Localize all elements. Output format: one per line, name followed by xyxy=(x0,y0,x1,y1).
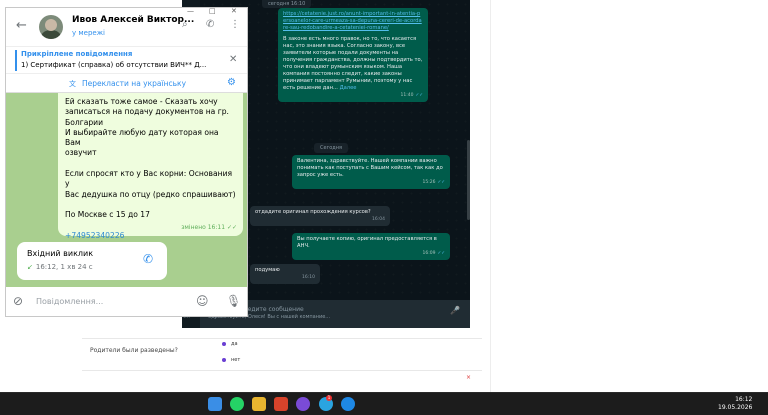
phone-icon[interactable]: ✆ xyxy=(206,19,214,30)
message-line: Болгарии xyxy=(65,117,104,127)
translate-icon: 文 xyxy=(69,80,76,88)
form-question: Родители были разведены? xyxy=(90,347,178,354)
double-check-icon: ✓✓ xyxy=(415,93,423,98)
read-more-link[interactable]: Далее xyxy=(340,85,357,91)
message-meta: 16:09 ✓✓ xyxy=(422,251,445,256)
taskbar: 1 16:12 19.05.2026 xyxy=(0,392,768,415)
settings-sliders-icon[interactable]: ⚙ xyxy=(227,77,236,88)
message-bubble-outgoing[interactable]: https://cetatenie.just.ro/anunt-importan… xyxy=(278,8,428,102)
call-title: Вхідний виклик xyxy=(27,249,94,258)
close-window-icon[interactable]: ✕ xyxy=(231,8,237,15)
message-bubble-incoming[interactable]: подумаю 16:10 xyxy=(250,264,320,284)
message-line: озвучит xyxy=(65,148,97,158)
system-clock[interactable]: 16:12 19.05.2026 xyxy=(718,396,752,412)
brave-browser-icon[interactable] xyxy=(274,397,288,411)
radio-icon xyxy=(222,341,226,346)
more-vertical-icon[interactable]: ⋮ xyxy=(230,19,240,30)
message-line: Вас дедушка по отцу (редко спрашивают) xyxy=(65,189,236,199)
file-explorer-icon[interactable] xyxy=(252,397,266,411)
translate-bar[interactable]: 文 Перекласти на українську ⚙ xyxy=(6,73,247,93)
message-meta: 15:26 ✓✓ xyxy=(422,180,445,185)
date-chip: сегодня 16:10 xyxy=(262,0,312,8)
double-check-icon: ✓✓ xyxy=(437,180,445,185)
phone-icon[interactable]: ✆ xyxy=(143,252,153,266)
message-input[interactable]: Введите сообщение xyxy=(240,306,304,313)
contact-status: у мережі xyxy=(72,29,105,37)
telegram-header: ← Ивов Алексей Виктор... у мережі — □ ✕ … xyxy=(6,8,247,46)
message-line: И выбирайте любую дату которая она Вам xyxy=(65,127,219,148)
pinned-indicator xyxy=(15,50,17,71)
message-text: Валентина, здравствуйте. Нашей компании … xyxy=(297,158,443,178)
microphone-icon[interactable]: 🎙 xyxy=(226,294,241,308)
notification-badge: 1 xyxy=(326,395,332,401)
close-icon[interactable]: × xyxy=(466,374,471,381)
chat-scrollbar[interactable] xyxy=(467,140,470,220)
message-text: отдадите оригинал прохождения курсов? xyxy=(255,209,371,215)
translate-label[interactable]: Перекласти на українську xyxy=(82,79,186,88)
emoji-icon[interactable]: ☺ xyxy=(196,294,209,308)
message-meta: 11:40 ✓✓ xyxy=(400,93,423,98)
message-line: Если спросят кто у Вас корни: Основания … xyxy=(65,169,233,189)
message-text: В законе есть много правок, но то, что к… xyxy=(283,36,423,91)
today-chip: Сегодня xyxy=(314,143,348,153)
double-check-icon: ✓✓ xyxy=(226,223,237,231)
message-bubble-outgoing[interactable]: Валентина, здравствуйте. Нашей компании … xyxy=(292,155,450,189)
message-bubble-outgoing[interactable]: Ей сказать тоже самое - Сказать хочу зап… xyxy=(58,93,243,240)
maximize-icon[interactable]: □ xyxy=(209,8,216,15)
incoming-arrow-icon: ↙ xyxy=(27,263,33,271)
search-icon[interactable]: ⌕ xyxy=(182,19,188,30)
message-text: подумаю xyxy=(255,267,280,273)
incoming-call-bubble[interactable]: Вхідний виклик ↙ 16:12, 1 хв 24 с ✆ xyxy=(17,242,167,280)
form-divider xyxy=(490,0,491,392)
minimize-icon[interactable]: — xyxy=(187,8,194,15)
attach-icon[interactable]: ⊘ xyxy=(13,294,23,308)
avatar[interactable] xyxy=(39,15,63,39)
message-line: записаться на подачу документов на гр. xyxy=(65,107,229,117)
microphone-icon[interactable]: 🎤 xyxy=(450,306,460,315)
pinned-text: 1) Сертификат (справка) об отсутствии ВИ… xyxy=(21,61,207,69)
back-arrow-icon[interactable]: ← xyxy=(16,18,27,33)
message-input[interactable]: Повідомлення... xyxy=(36,297,103,306)
message-line: Ей сказать тоже самое - Сказать хочу xyxy=(65,97,218,106)
app-taskbar-icon[interactable] xyxy=(296,397,310,411)
message-meta: 16:04 xyxy=(372,217,385,222)
message-meta: 16:10 xyxy=(302,275,315,280)
form-option-yes[interactable]: да xyxy=(222,341,238,347)
telegram-window: ← Ивов Алексей Виктор... у мережі — □ ✕ … xyxy=(5,7,248,317)
whatsapp-taskbar-icon[interactable] xyxy=(230,397,244,411)
form-separator xyxy=(82,370,482,371)
double-check-icon: ✓✓ xyxy=(437,251,445,256)
message-bubble-outgoing[interactable]: Вы получаете копию, оригинал предоставля… xyxy=(292,233,450,260)
pinned-title: Прикріплене повідомлення xyxy=(21,50,133,58)
start-windows-icon[interactable] xyxy=(208,397,222,411)
pinned-message[interactable]: Прикріплене повідомлення 1) Сертификат (… xyxy=(6,46,247,73)
message-meta: змінено 16:11 ✓✓ xyxy=(181,223,237,231)
desktop: Родители были разведены? да нет × сегодн… xyxy=(0,0,768,415)
radio-icon xyxy=(222,357,226,362)
telegram-input-bar: ⊘ Повідомлення... ☺ 🎙 xyxy=(6,287,247,316)
message-line: По Москве с 15 до 17 xyxy=(65,210,150,220)
call-details: ↙ 16:12, 1 хв 24 с xyxy=(27,263,93,271)
form-option-no[interactable]: нет xyxy=(222,357,240,363)
close-icon[interactable]: ✕ xyxy=(229,54,237,65)
message-bubble-incoming[interactable]: отдадите оригинал прохождения курсов? 16… xyxy=(250,206,390,226)
browser-taskbar-icon[interactable] xyxy=(341,397,355,411)
message-link[interactable]: https://cetatenie.just.ro/anunt-importan… xyxy=(283,11,422,31)
form-separator xyxy=(82,338,482,339)
message-text: Вы получаете копию, оригинал предоставля… xyxy=(297,236,437,249)
contact-name[interactable]: Ивов Алексей Виктор... xyxy=(72,15,194,25)
